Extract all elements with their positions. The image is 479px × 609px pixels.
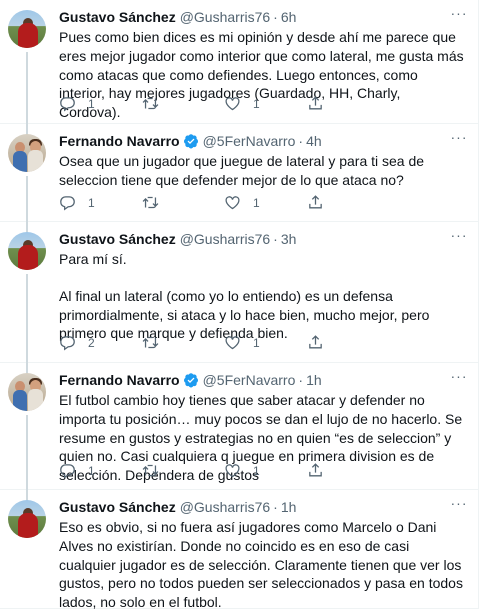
thread-connector-line (26, 274, 28, 363)
avatar[interactable] (8, 134, 46, 172)
reply-button[interactable]: 1 (59, 462, 142, 479)
like-button[interactable]: 1 (224, 334, 307, 351)
retweet-icon (142, 194, 171, 211)
reply-icon (59, 334, 88, 351)
separator-dot: · (273, 9, 278, 25)
retweet-button[interactable] (142, 95, 225, 112)
retweet-icon (142, 462, 171, 479)
tweet-actions: 11 (59, 95, 389, 112)
reply-button[interactable]: 1 (59, 95, 142, 112)
separator-dot: · (273, 231, 278, 247)
reply-icon (59, 95, 88, 112)
tweet-paragraph: Osea que un jugador que juegue de latera… (59, 153, 425, 188)
tweet[interactable]: Fernando Navarro @5FerNavarro · 1h ··· El fut… (0, 363, 479, 490)
more-icon[interactable]: ··· (449, 228, 469, 248)
tweet-header: Gustavo Sánchez @Gusharris76 · 6h (59, 8, 465, 26)
tweet-header: Fernando Navarro @5FerNavarro · 4h (59, 132, 465, 150)
replies-count: 1 (88, 463, 95, 478)
more-icon[interactable]: ··· (449, 130, 469, 150)
replies-count: 1 (88, 195, 95, 210)
likes-count: 1 (253, 335, 260, 350)
heart-icon (224, 334, 253, 351)
thread-connector-line (26, 52, 28, 124)
tweet[interactable]: Gustavo Sánchez @Gusharris76 · 6h ··· Pues co… (0, 0, 479, 124)
share-button[interactable] (307, 95, 390, 112)
timestamp[interactable]: 4h (306, 133, 322, 149)
separator-dot: · (273, 499, 278, 515)
retweet-icon (142, 334, 171, 351)
reply-button[interactable]: 1 (59, 194, 142, 211)
heart-icon (224, 194, 253, 211)
replies-count: 1 (88, 96, 95, 111)
share-icon (307, 462, 336, 479)
tweet-text: Para mí sí. Al final un lateral (como yo … (59, 250, 465, 343)
timestamp[interactable]: 1h (306, 372, 322, 388)
tweet-actions: 11 (59, 462, 389, 479)
timestamp[interactable]: 3h (281, 231, 297, 247)
more-icon[interactable]: ··· (449, 496, 469, 516)
verified-badge-icon (183, 372, 199, 388)
tweet-header: Gustavo Sánchez @Gusharris76 · 1h (59, 498, 465, 516)
likes-count: 1 (253, 96, 260, 111)
reply-icon (59, 462, 88, 479)
like-button[interactable]: 1 (224, 95, 307, 112)
verified-badge-icon (183, 133, 199, 149)
author-handle[interactable]: @5FerNavarro (203, 133, 296, 149)
timestamp[interactable]: 1h (281, 499, 297, 515)
share-icon (307, 334, 336, 351)
tweet-thread: Gustavo Sánchez @Gusharris76 · 6h ··· Pues co… (0, 0, 479, 609)
more-icon[interactable]: ··· (449, 6, 469, 26)
like-button[interactable]: 1 (224, 462, 307, 479)
tweet[interactable]: Gustavo Sánchez @Gusharris76 · 1h ··· Eso es … (0, 490, 479, 609)
share-icon (307, 194, 336, 211)
thread-connector-line (26, 176, 28, 222)
author-name[interactable]: Gustavo Sánchez (59, 499, 176, 515)
replies-count: 2 (88, 335, 95, 350)
heart-icon (224, 462, 253, 479)
share-icon (307, 95, 336, 112)
more-icon[interactable]: ··· (449, 369, 469, 389)
avatar[interactable] (8, 232, 46, 270)
tweet-text: Eso es obvio, si no fuera así jugadores … (59, 518, 465, 609)
tweet[interactable]: Fernando Navarro @5FerNavarro · 4h ··· Osea q… (0, 124, 479, 222)
separator-dot: · (298, 133, 304, 149)
thread-connector-line (26, 415, 28, 490)
tweet-actions: 11 (59, 194, 389, 211)
retweet-button[interactable] (142, 194, 225, 211)
tweet[interactable]: Gustavo Sánchez @Gusharris76 · 3h ··· Para mí… (0, 222, 479, 363)
tweet-text: Osea que un jugador que juegue de latera… (59, 152, 465, 190)
separator-dot: · (298, 372, 304, 388)
tweet-paragraph: Eso es obvio, si no fuera así jugadores … (59, 519, 463, 609)
share-button[interactable] (307, 334, 390, 351)
like-button[interactable]: 1 (224, 194, 307, 211)
author-handle[interactable]: @Gusharris76 (180, 9, 270, 25)
author-name[interactable]: Gustavo Sánchez (59, 231, 176, 247)
tweet-paragraph: Para mí sí. (59, 251, 127, 267)
author-handle[interactable]: @Gusharris76 (180, 499, 270, 515)
share-button[interactable] (307, 194, 390, 211)
author-name[interactable]: Gustavo Sánchez (59, 9, 176, 25)
heart-icon (224, 95, 253, 112)
reply-button[interactable]: 2 (59, 334, 142, 351)
retweet-button[interactable] (142, 334, 225, 351)
avatar[interactable] (8, 10, 46, 48)
author-name[interactable]: Fernando Navarro (59, 133, 180, 149)
tweet-actions: 21 (59, 334, 389, 351)
tweet-header: Fernando Navarro @5FerNavarro · 1h (59, 371, 465, 389)
likes-count: 1 (253, 463, 260, 478)
avatar[interactable] (8, 373, 46, 411)
author-handle[interactable]: @Gusharris76 (180, 231, 270, 247)
retweet-button[interactable] (142, 462, 225, 479)
author-handle[interactable]: @5FerNavarro (203, 372, 296, 388)
avatar[interactable] (8, 500, 46, 538)
timestamp[interactable]: 6h (281, 9, 297, 25)
tweet-header: Gustavo Sánchez @Gusharris76 · 3h (59, 230, 465, 248)
share-button[interactable] (307, 462, 390, 479)
retweet-icon (142, 95, 171, 112)
author-name[interactable]: Fernando Navarro (59, 372, 180, 388)
likes-count: 1 (253, 195, 260, 210)
reply-icon (59, 194, 88, 211)
